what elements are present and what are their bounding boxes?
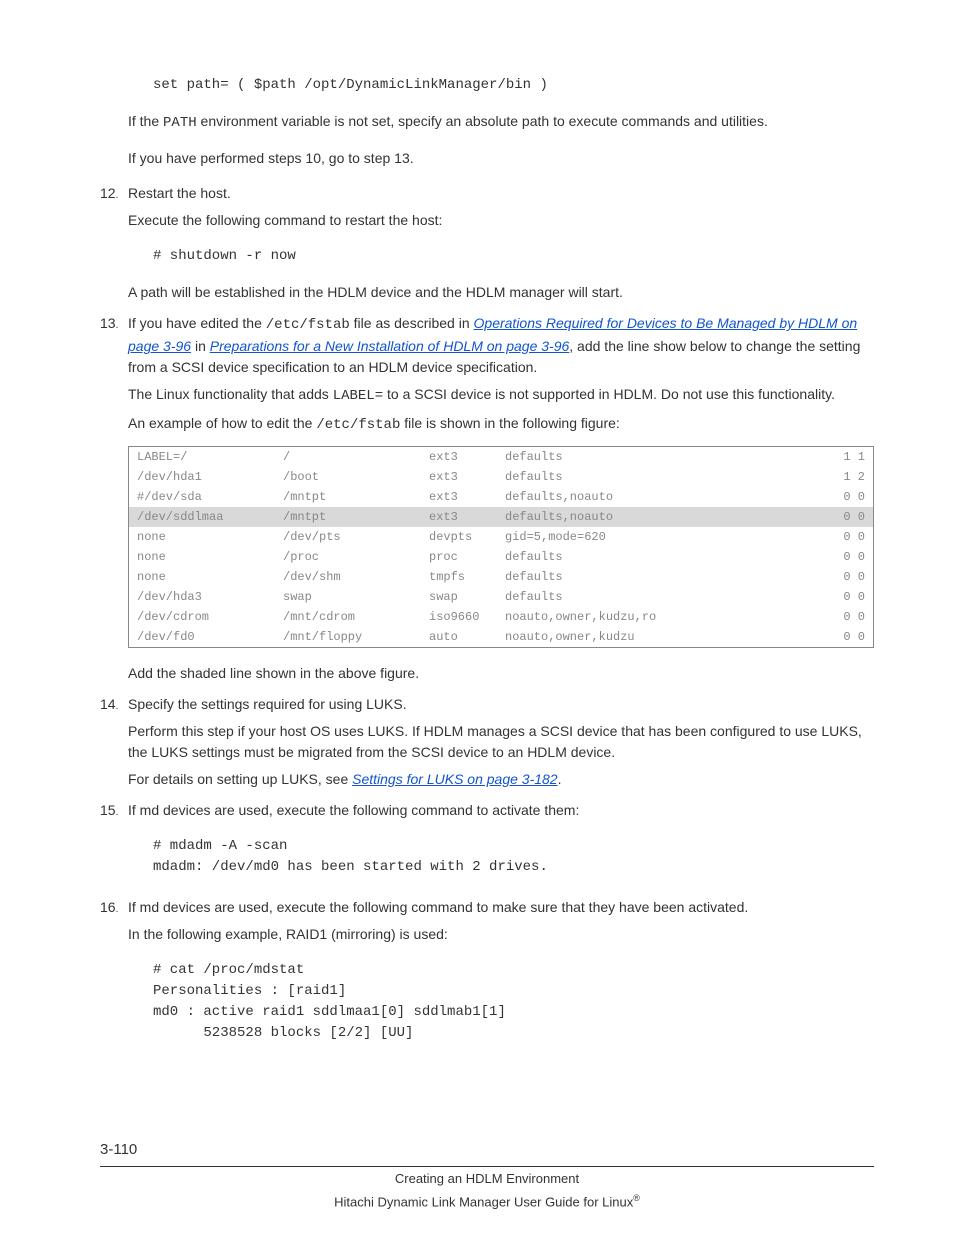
text-goto-step: If you have performed steps 10, go to st… [128, 148, 874, 169]
code-shutdown: # shutdown -r now [153, 246, 874, 267]
step-15-num: 15. [100, 800, 128, 893]
table-row: #/dev/sda/mntptext3defaults,noauto0 0 [129, 487, 874, 507]
step-13-num: 13. [100, 313, 128, 690]
code-cat-mdstat: # cat /proc/mdstat Personalities : [raid… [153, 960, 874, 1044]
page-footer: 3-110 Creating an HDLM Environment Hitac… [100, 1139, 874, 1212]
table-row: /dev/sddlmaa/mntptext3defaults,noauto0 0 [129, 507, 874, 527]
code-set-path: set path= ( $path /opt/DynamicLinkManage… [153, 75, 874, 96]
step-13-intro: If you have edited the /etc/fstab file a… [128, 313, 874, 378]
step-14-title: Specify the settings required for using … [128, 694, 874, 715]
fstab-table: LABEL=//ext3defaults1 1/dev/hda1/bootext… [128, 446, 874, 648]
step-13-after: Add the shaded line shown in the above f… [128, 663, 874, 684]
table-row: none/dev/shmtmpfsdefaults0 0 [129, 567, 874, 587]
step-16-num: 16. [100, 897, 128, 1059]
step-12-title: Restart the host. [128, 183, 874, 204]
step-12-num: 12. [100, 183, 128, 309]
step-16-title: If md devices are used, execute the foll… [128, 897, 874, 918]
footer-doc-title: Hitachi Dynamic Link Manager User Guide … [100, 1192, 874, 1212]
code-mdadm-scan: # mdadm -A -scan mdadm: /dev/md0 has bee… [153, 836, 874, 878]
link-luks-settings[interactable]: Settings for LUKS on page 3-182 [352, 771, 557, 787]
footer-section-title: Creating an HDLM Environment [100, 1169, 874, 1189]
step-14-num: 14. [100, 694, 128, 796]
step-14-p2: For details on setting up LUKS, see Sett… [128, 769, 874, 790]
table-row: none/dev/ptsdevptsgid=5,mode=6200 0 [129, 527, 874, 547]
step-16-p1: In the following example, RAID1 (mirrori… [128, 924, 874, 945]
step-15-title: If md devices are used, execute the foll… [128, 800, 874, 821]
text-path-note: If the PATH environment variable is not … [128, 111, 874, 134]
table-row: /dev/cdrom/mnt/cdromiso9660noauto,owner,… [129, 607, 874, 627]
table-row: /dev/hda1/bootext3defaults1 2 [129, 467, 874, 487]
step-13-p3: An example of how to edit the /etc/fstab… [128, 413, 874, 436]
table-row: /dev/hda3swapswapdefaults0 0 [129, 587, 874, 607]
step-12-p2: A path will be established in the HDLM d… [128, 282, 874, 303]
table-row: none/procprocdefaults0 0 [129, 547, 874, 567]
step-14-p1: Perform this step if your host OS uses L… [128, 721, 874, 763]
table-row: LABEL=//ext3defaults1 1 [129, 447, 874, 468]
step-13-p2: The Linux functionality that adds LABEL=… [128, 384, 874, 407]
link-preparations[interactable]: Preparations for a New Installation of H… [210, 338, 570, 354]
page-number: 3-110 [100, 1139, 874, 1162]
step-12-p1: Execute the following command to restart… [128, 210, 874, 231]
table-row: /dev/fd0/mnt/floppyautonoauto,owner,kudz… [129, 627, 874, 648]
